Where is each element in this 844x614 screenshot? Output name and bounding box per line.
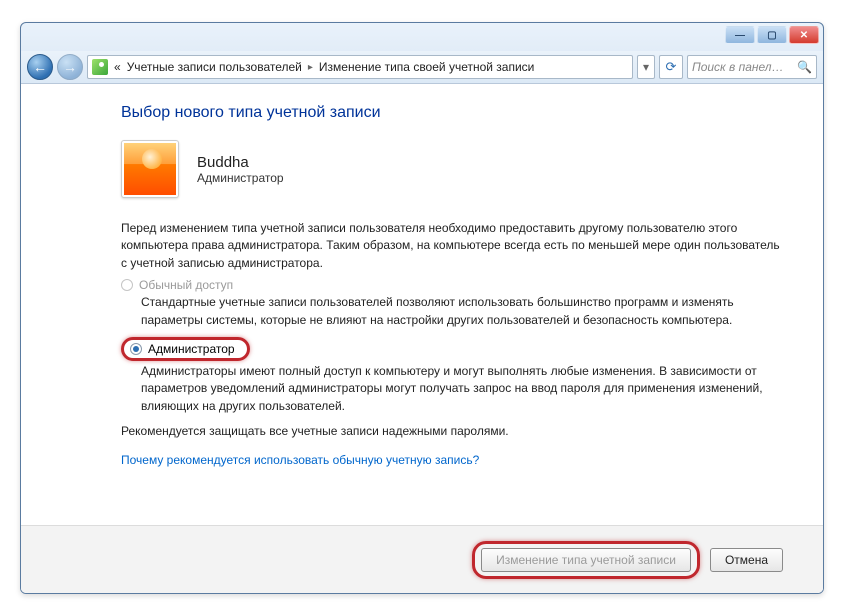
why-standard-link[interactable]: Почему рекомендуется использовать обычну… <box>121 453 479 467</box>
user-info: Buddha Администратор <box>121 140 783 198</box>
breadcrumb-item[interactable]: Учетные записи пользователей <box>127 60 302 74</box>
apply-highlight: Изменение типа учетной записи <box>472 541 700 579</box>
option-admin-highlight: Администратор <box>121 337 250 361</box>
radio-standard[interactable] <box>121 279 133 291</box>
titlebar: — ▢ ✕ <box>21 23 823 51</box>
close-button[interactable]: ✕ <box>789 26 819 44</box>
avatar <box>121 140 179 198</box>
forward-button[interactable]: → <box>57 54 83 80</box>
user-name: Buddha <box>197 154 284 171</box>
option-standard-label: Обычный доступ <box>139 278 233 292</box>
maximize-button[interactable]: ▢ <box>757 26 787 44</box>
option-standard-desc: Стандартные учетные записи пользователей… <box>141 294 783 329</box>
page-title: Выбор нового типа учетной записи <box>121 104 783 122</box>
search-icon: 🔍 <box>797 60 812 74</box>
search-placeholder: Поиск в панел… <box>692 60 784 74</box>
option-standard: Обычный доступ Стандартные учетные запис… <box>121 278 783 329</box>
option-standard-head[interactable]: Обычный доступ <box>121 278 783 292</box>
content-area: Выбор нового типа учетной записи Buddha … <box>21 84 823 593</box>
option-admin: Администратор Администраторы имеют полны… <box>121 337 783 415</box>
minimize-button[interactable]: — <box>725 26 755 44</box>
chevron-right-icon: ▸ <box>308 62 313 73</box>
window-frame: — ▢ ✕ ← → « Учетные записи пользователей… <box>20 22 824 594</box>
user-accounts-icon <box>92 59 108 75</box>
breadcrumb[interactable]: « Учетные записи пользователей ▸ Изменен… <box>87 55 633 79</box>
user-role: Администратор <box>197 171 284 185</box>
back-button[interactable]: ← <box>27 54 53 80</box>
option-admin-label[interactable]: Администратор <box>148 342 235 356</box>
search-input[interactable]: Поиск в панел… 🔍 <box>687 55 817 79</box>
breadcrumb-chevron: « <box>114 60 121 74</box>
apply-button[interactable]: Изменение типа учетной записи <box>481 548 691 572</box>
footer: Изменение типа учетной записи Отмена <box>21 525 823 593</box>
address-bar: ← → « Учетные записи пользователей ▸ Изм… <box>21 51 823 84</box>
refresh-button[interactable]: ⟳ <box>659 55 683 79</box>
intro-text: Перед изменением типа учетной записи пол… <box>121 220 783 272</box>
radio-admin[interactable] <box>130 343 142 355</box>
cancel-button[interactable]: Отмена <box>710 548 783 572</box>
recommend-text: Рекомендуется защищать все учетные запис… <box>121 423 783 440</box>
option-admin-desc: Администраторы имеют полный доступ к ком… <box>141 363 783 415</box>
breadcrumb-item[interactable]: Изменение типа своей учетной записи <box>319 60 534 74</box>
